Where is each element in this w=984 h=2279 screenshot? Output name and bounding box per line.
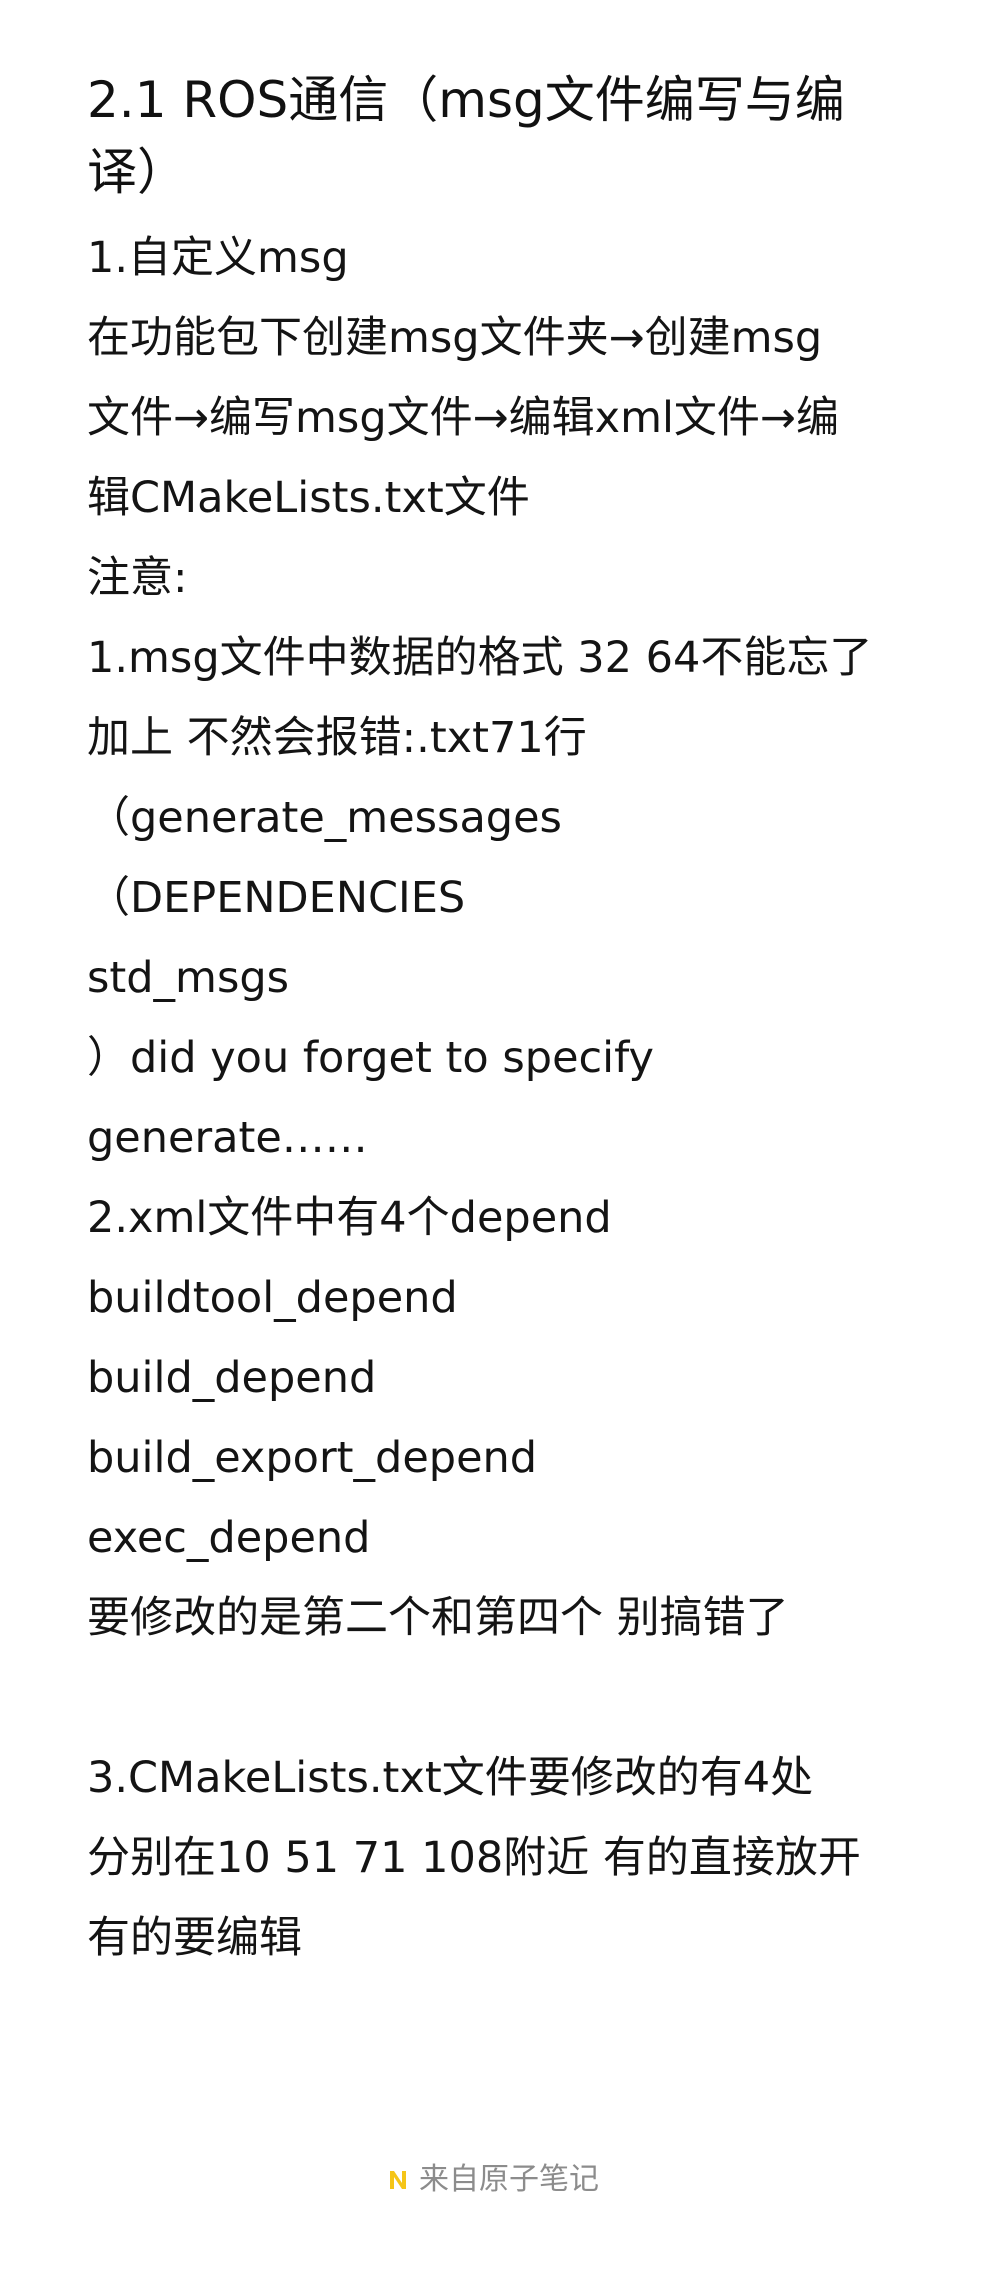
note-title: 2.1 ROS通信（msg文件编写与编译）	[87, 71, 845, 201]
note-line: 1.msg文件中数据的格式 32 64不能忘了	[87, 633, 873, 683]
note-line: 1.自定义msg	[87, 233, 349, 283]
footer: 来自原子笔记	[0, 2160, 984, 2200]
note-line: exec_depend	[87, 1513, 371, 1563]
note-line: 3.CMakeLists.txt文件要修改的有4处	[87, 1753, 814, 1803]
note-line: 文件→编写msg文件→编辑xml文件→编	[87, 393, 839, 443]
note-line: 要修改的是第二个和第四个 别搞错了	[87, 1593, 789, 1643]
footer-text: 来自原子笔记	[419, 2162, 599, 2197]
note-line: （DEPENDENCIES	[87, 873, 466, 923]
note-line: build_export_depend	[87, 1433, 538, 1483]
notes-app-logo-icon	[385, 2167, 411, 2193]
note-line: 有的要编辑	[87, 1913, 302, 1963]
note-line: （generate_messages	[87, 793, 562, 843]
note-line: generate……	[87, 1113, 368, 1163]
note-line: ）did you forget to specify	[87, 1033, 654, 1083]
note-line: std_msgs	[87, 953, 290, 1003]
note-line: 在功能包下创建msg文件夹→创建msg	[87, 313, 823, 363]
note-body: 1.自定义msg 在功能包下创建msg文件夹→创建msg 文件→编写msg文件→…	[87, 218, 907, 1978]
note-line: 加上 不然会报错:.txt71行	[87, 713, 587, 763]
note-line: buildtool_depend	[87, 1273, 458, 1323]
footer-attribution: 来自原子笔记	[385, 2160, 599, 2200]
note-line: 辑CMakeLists.txt文件	[87, 473, 530, 523]
note-line: 注意:	[87, 553, 188, 603]
note-line: 2.xml文件中有4个depend	[87, 1193, 612, 1243]
note-content: 2.1 ROS通信（msg文件编写与编译） 1.自定义msg 在功能包下创建ms…	[87, 64, 907, 1978]
note-line: build_depend	[87, 1353, 377, 1403]
note-line: 分别在10 51 71 108附近 有的直接放开	[87, 1833, 861, 1883]
